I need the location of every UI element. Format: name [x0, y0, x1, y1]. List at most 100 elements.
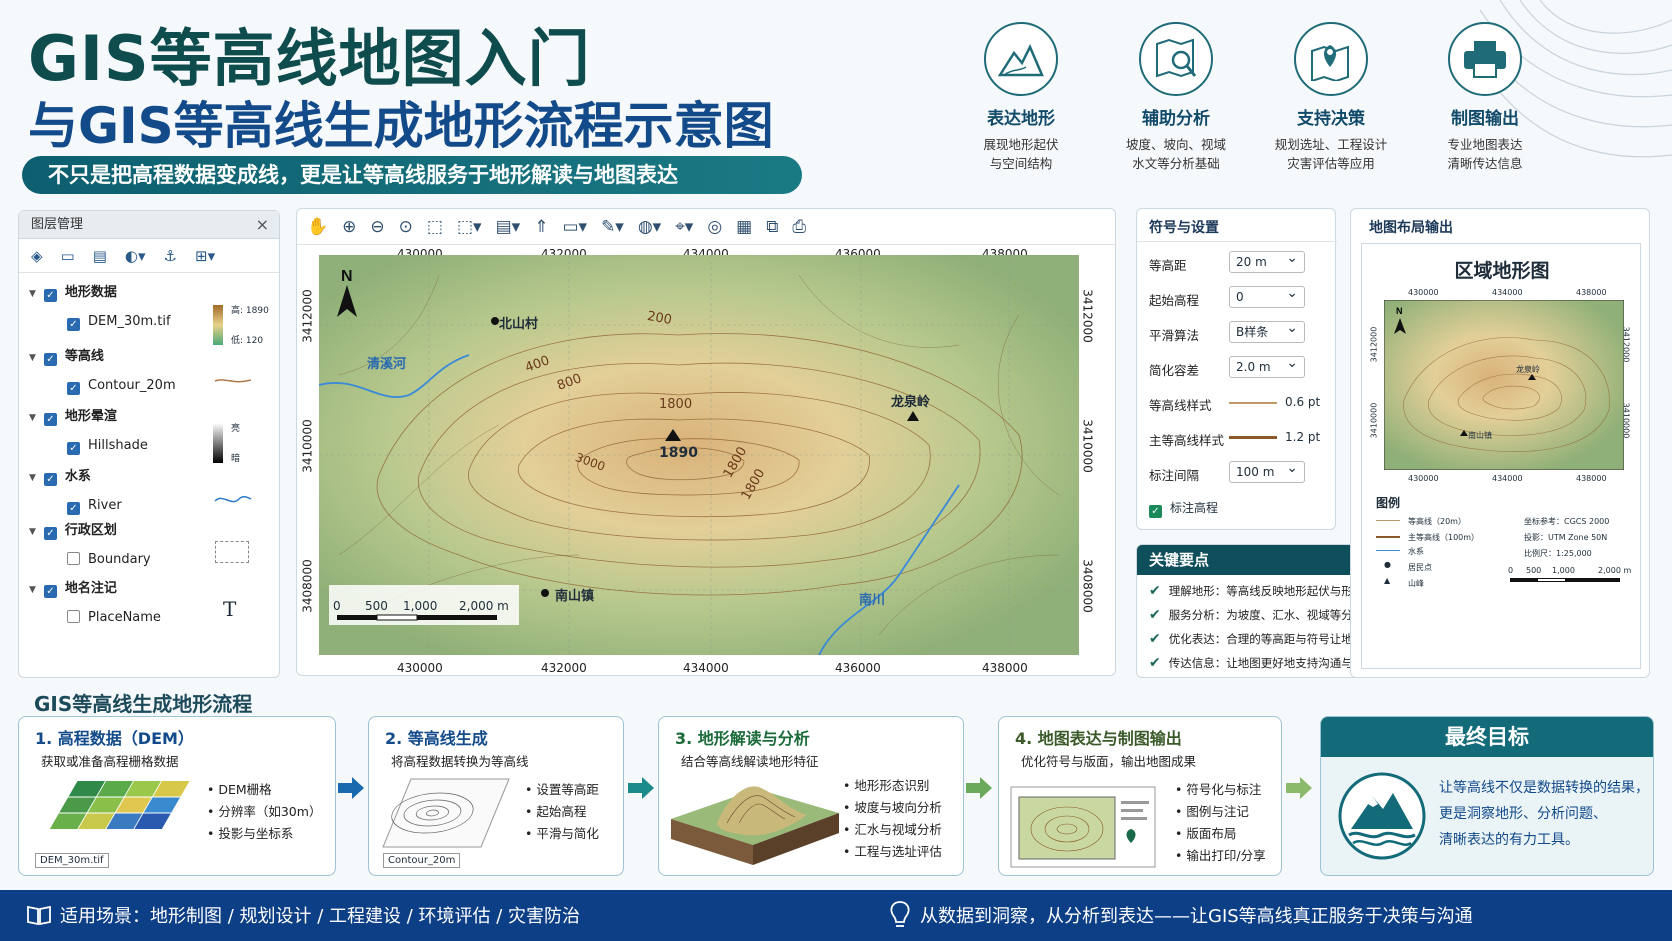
scale-info: 比例尺：1:25,000: [1524, 549, 1592, 558]
x-tick-bottom: 430000: [397, 661, 443, 675]
layer-group-terrain[interactable]: ▼ ✓ 地形数据 ✓ DEM_30m.tif: [29, 281, 171, 331]
layout-title: 地图布局输出: [1369, 220, 1453, 236]
layout-x-tick: 434000: [1492, 474, 1523, 483]
layer-checkbox[interactable]: ✓: [67, 502, 80, 515]
feature-desc: 展现地形起伏 与空间结构: [983, 137, 1059, 171]
layer-group-labels[interactable]: ▼ ✓ 地名注记 PlaceName: [29, 577, 161, 625]
pan-hand-icon[interactable]: ✋: [307, 217, 328, 237]
terrain-map[interactable]: N: [319, 255, 1079, 655]
text-symbol: T: [223, 597, 237, 621]
table-icon[interactable]: ▤: [93, 247, 107, 265]
goal-title: 最终目标: [1321, 717, 1653, 757]
layer-name: Hillshade: [88, 438, 148, 453]
layer-group-water[interactable]: ▼ ✓ 水系 ✓ River: [29, 465, 122, 515]
contour-interval-select[interactable]: 20 m: [1229, 248, 1305, 273]
lightbulb-icon: [890, 901, 910, 927]
print-icon[interactable]: ⎙: [792, 217, 806, 237]
layer-name: Boundary: [88, 552, 151, 567]
north-label: N: [341, 268, 353, 285]
layer-name: River: [88, 498, 122, 513]
close-icon[interactable]: ×: [256, 211, 269, 239]
tolerance-select[interactable]: 2.0 m: [1229, 353, 1305, 378]
dem-color-ramp: [213, 305, 223, 345]
layer-group-boundary[interactable]: ▼ ✓ 行政区划 Boundary: [29, 519, 151, 567]
y-tick-left: 3408000: [300, 559, 315, 613]
feature-title: 制图输出: [1451, 109, 1519, 129]
label-interval-select[interactable]: 100 m: [1229, 458, 1305, 483]
legend-title: 图例: [1376, 496, 1401, 510]
feature-terrain: 表达地形 展现地形起伏 与空间结构: [946, 22, 1096, 173]
scale-label: 2,000 m: [459, 599, 509, 613]
step-desc: 结合等高线解读地形特征: [681, 754, 819, 769]
layer-checkbox[interactable]: [67, 610, 80, 623]
layout-mini-map: N: [1384, 300, 1624, 470]
y-tick-right: 3410000: [1080, 419, 1095, 473]
measure-icon[interactable]: ⌖▾: [675, 217, 693, 237]
layer-checkbox[interactable]: ✓: [67, 318, 80, 331]
edit-icon[interactable]: ✎▾: [601, 217, 624, 237]
step-bullets: • 设置等高距 • 起始高程 • 平滑与简化: [525, 782, 599, 841]
setting-label: 简化容差: [1149, 363, 1200, 378]
river-label: 清溪河: [367, 357, 407, 372]
layer-panel-title: 图层管理: [31, 217, 84, 232]
zoom-full-icon[interactable]: ⊙: [399, 217, 413, 237]
village-marker: [491, 317, 499, 325]
grid-icon[interactable]: ▦: [736, 217, 752, 237]
folder-icon[interactable]: ▭: [61, 247, 75, 265]
globe-icon[interactable]: ◍▾: [638, 217, 661, 237]
flow-step-dem: 1. 高程数据（DEM） 获取或准备高程栅格数据 DEM_30m.tif • D…: [18, 716, 336, 876]
step-desc: 优化符号与版面，输出地图成果: [1021, 754, 1197, 769]
layers-icon[interactable]: ◈: [31, 247, 43, 265]
feature-title: 表达地形: [987, 109, 1055, 129]
layer-checkbox[interactable]: ✓: [67, 382, 80, 395]
base-elevation-select[interactable]: 0: [1229, 283, 1305, 308]
layer-checkbox[interactable]: [67, 552, 80, 565]
layout-page[interactable]: 区域地形图 430000 434000 438000 430000 434000…: [1361, 243, 1641, 669]
y-tick-left: 3410000: [300, 419, 315, 473]
settings-title: 符号与设置: [1149, 220, 1219, 236]
contour-style-swatch[interactable]: [1229, 402, 1277, 404]
scale-label: 0: [333, 599, 341, 613]
north-arrow-icon[interactable]: ⇑: [534, 217, 548, 237]
add-layer-icon[interactable]: ◐▾: [125, 247, 146, 265]
y-tick-left: 3412000: [300, 289, 315, 343]
map-canvas[interactable]: N 北山村 龙泉岭 南山镇 1890 清溪河 南川 200 400 800 18…: [319, 255, 1079, 655]
index-contour-style-swatch[interactable]: [1229, 436, 1277, 439]
layer-toolbar: ◈ ▭ ▤ ◐▾ ⚓ ⊞▾: [19, 239, 279, 273]
feature-analysis: 辅助分析 坡度、坡向、视域 水文等分析基础: [1101, 22, 1251, 173]
legend-item: 居民点: [1408, 563, 1432, 572]
layer-group-hillshade[interactable]: ▼ ✓ 地形晕渲 ✓ Hillshade: [29, 405, 148, 455]
boundary-symbol: [215, 541, 249, 563]
layout-icon[interactable]: ▭▾: [562, 217, 587, 237]
save-icon[interactable]: ▤▾: [496, 217, 521, 237]
anchor-icon[interactable]: ⚓: [164, 247, 177, 265]
flow-step-cartography: 4. 地图表达与制图输出 优化符号与版面，输出地图成果 • 符号化与标注 • 图例…: [998, 716, 1282, 876]
setting-label: 等高距: [1149, 258, 1187, 273]
label-elevation-checkbox[interactable]: ✓ 标注高程: [1149, 499, 1218, 518]
town-marker: [541, 589, 549, 597]
settings-icon[interactable]: ⊞▾: [195, 247, 215, 265]
zoom-in-icon[interactable]: ⊕: [342, 217, 356, 237]
select-icon[interactable]: ⬚▾: [457, 217, 482, 237]
zoom-out-icon[interactable]: ⊖: [370, 217, 384, 237]
place-label: 北山村: [499, 317, 539, 332]
step-title: 4. 地图表达与制图输出: [1015, 729, 1182, 748]
layout-y-tick: 3412000: [1369, 326, 1379, 363]
export-icon[interactable]: ⧉: [766, 217, 778, 237]
layout-x-tick: 430000: [1408, 288, 1439, 297]
river-label: 南川: [859, 593, 886, 608]
subtitle-banner: 不只是把高程数据变成线，更是让等高线服务于地形解读与地图表达: [22, 156, 802, 194]
layout-scale-label: 0: [1508, 566, 1514, 575]
layout-scale-bar: [1510, 578, 1620, 582]
layout-x-tick: 438000: [1576, 288, 1607, 297]
layer-checkbox[interactable]: ✓: [67, 442, 80, 455]
setting-label: 等高线样式: [1149, 398, 1212, 413]
zoom-box-icon[interactable]: ⬚: [427, 217, 443, 237]
target-icon[interactable]: ◎: [707, 217, 722, 237]
smoothing-select[interactable]: B样条: [1229, 318, 1305, 343]
page-title-line1: GIS等高线地图入门: [28, 22, 591, 95]
hillshade-legend-dark: 暗: [231, 454, 241, 464]
layout-place-label: 南山镇: [1468, 431, 1492, 440]
layer-group-contour[interactable]: ▼ ✓ 等高线 ✓ Contour_20m: [29, 345, 176, 395]
x-tick-bottom: 432000: [541, 661, 587, 675]
